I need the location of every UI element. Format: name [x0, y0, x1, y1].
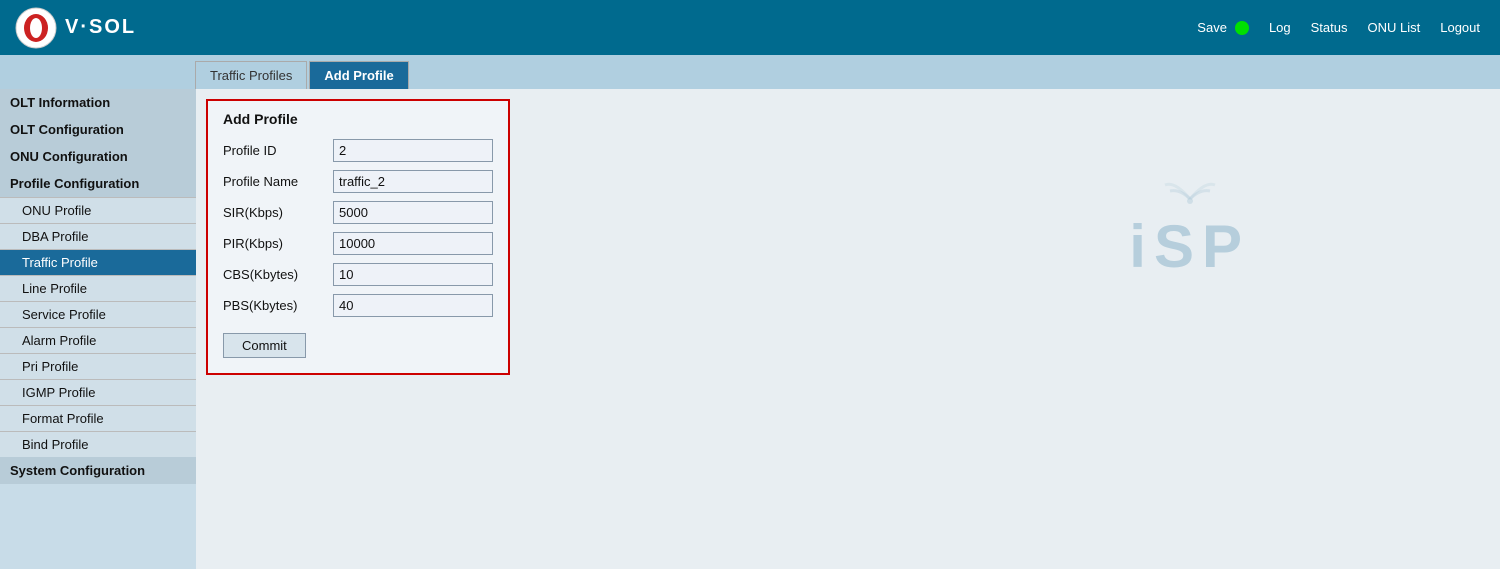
save-area: Save — [1197, 20, 1249, 35]
sidebar-section-olt-info[interactable]: OLT Information — [0, 89, 196, 116]
sidebar-item-dba-profile[interactable]: DBA Profile — [0, 223, 196, 249]
form-row-profile-id: Profile ID — [223, 139, 493, 162]
pir-input[interactable] — [333, 232, 493, 255]
profile-id-label: Profile ID — [223, 143, 333, 158]
sir-input[interactable] — [333, 201, 493, 224]
add-profile-title: Add Profile — [223, 111, 493, 127]
isp-watermark: iSP — [1129, 169, 1250, 281]
header-right: Save Log Status ONU List Logout — [1197, 20, 1480, 35]
sidebar-item-line-profile[interactable]: Line Profile — [0, 275, 196, 301]
sidebar-item-format-profile[interactable]: Format Profile — [0, 405, 196, 431]
sidebar-section-olt-config[interactable]: OLT Configuration — [0, 116, 196, 143]
cbs-label: CBS(Kbytes) — [223, 267, 333, 282]
pbs-input[interactable] — [333, 294, 493, 317]
form-row-pir: PIR(Kbps) — [223, 232, 493, 255]
commit-button[interactable]: Commit — [223, 333, 306, 358]
nav-tabs: Traffic Profiles Add Profile — [0, 55, 1500, 89]
sidebar-item-pri-profile[interactable]: Pri Profile — [0, 353, 196, 379]
tab-add-profile[interactable]: Add Profile — [309, 61, 408, 89]
sidebar-item-onu-profile[interactable]: ONU Profile — [0, 197, 196, 223]
sir-label: SIR(Kbps) — [223, 205, 333, 220]
profile-id-input[interactable] — [333, 139, 493, 162]
logout-link[interactable]: Logout — [1440, 20, 1480, 35]
profile-name-label: Profile Name — [223, 174, 333, 189]
logo-icon — [15, 7, 57, 49]
sidebar-item-alarm-profile[interactable]: Alarm Profile — [0, 327, 196, 353]
sidebar-item-bind-profile[interactable]: Bind Profile — [0, 431, 196, 457]
sidebar-item-traffic-profile[interactable]: Traffic Profile — [0, 249, 196, 275]
header: V·SOL Save Log Status ONU List Logout — [0, 0, 1500, 55]
form-row-sir: SIR(Kbps) — [223, 201, 493, 224]
content-area: Add Profile Profile ID Profile Name SIR(… — [196, 89, 1500, 569]
onu-list-link[interactable]: ONU List — [1368, 20, 1421, 35]
add-profile-box: Add Profile Profile ID Profile Name SIR(… — [206, 99, 510, 375]
log-link[interactable]: Log — [1269, 20, 1291, 35]
pbs-label: PBS(Kbytes) — [223, 298, 333, 313]
isp-text: iSP — [1129, 212, 1250, 281]
profile-name-input[interactable] — [333, 170, 493, 193]
logo-text: V·SOL — [65, 16, 136, 39]
cbs-input[interactable] — [333, 263, 493, 286]
status-link[interactable]: Status — [1311, 20, 1348, 35]
status-dot — [1235, 21, 1249, 35]
tab-traffic-profiles[interactable]: Traffic Profiles — [195, 61, 307, 89]
sidebar-item-service-profile[interactable]: Service Profile — [0, 301, 196, 327]
sidebar: OLT Information OLT Configuration ONU Co… — [0, 89, 196, 569]
form-row-cbs: CBS(Kbytes) — [223, 263, 493, 286]
sidebar-section-profile-config[interactable]: Profile Configuration — [0, 170, 196, 197]
sidebar-item-igmp-profile[interactable]: IGMP Profile — [0, 379, 196, 405]
wifi-icon — [1160, 169, 1220, 212]
sidebar-section-onu-config[interactable]: ONU Configuration — [0, 143, 196, 170]
form-row-profile-name: Profile Name — [223, 170, 493, 193]
form-row-pbs: PBS(Kbytes) — [223, 294, 493, 317]
pir-label: PIR(Kbps) — [223, 236, 333, 251]
main-layout: OLT Information OLT Configuration ONU Co… — [0, 89, 1500, 569]
save-label[interactable]: Save — [1197, 20, 1227, 35]
logo-area: V·SOL — [15, 7, 136, 49]
sidebar-section-system-config[interactable]: System Configuration — [0, 457, 196, 484]
